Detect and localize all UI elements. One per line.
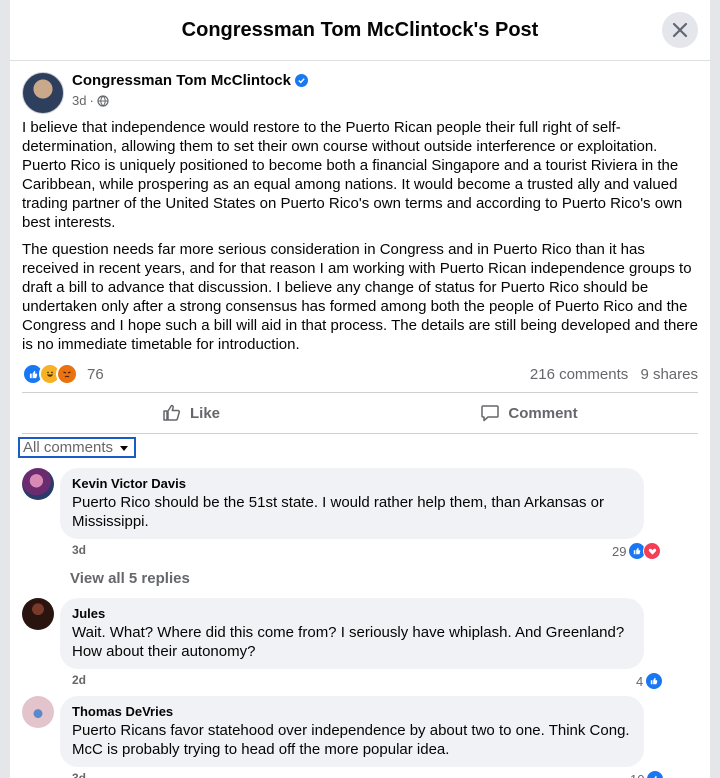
speech-bubble-icon — [481, 405, 500, 422]
commenter-avatar[interactable] — [22, 598, 54, 630]
reaction-count[interactable]: 76 — [87, 366, 104, 383]
comment-reaction-count: 29 — [612, 543, 627, 559]
comment-reactions[interactable]: 10 — [630, 770, 665, 778]
comment-item: Kevin Victor Davis Puerto Rico should be… — [22, 468, 644, 539]
comment-time[interactable]: 3d — [72, 771, 86, 778]
post-body: I believe that independence would restor… — [22, 118, 702, 362]
author-name[interactable]: Congressman Tom McClintock — [72, 72, 291, 89]
post-paragraph-2: The question needs far more serious cons… — [22, 241, 698, 353]
comment-label: Comment — [508, 404, 578, 422]
like-label: Like — [189, 404, 220, 422]
comment-bubble: Kevin Victor Davis Puerto Rico should be… — [60, 468, 644, 539]
author-avatar[interactable] — [22, 72, 64, 114]
engagement-counts: 216 comments 9 shares — [530, 366, 698, 383]
commenter-avatar[interactable] — [22, 696, 54, 728]
like-button[interactable]: Like — [22, 393, 360, 433]
comments-count[interactable]: 216 comments — [530, 366, 628, 383]
meta-separator: · — [89, 93, 94, 108]
post-dialog: Congressman Tom McClintock's Post Congre… — [10, 0, 710, 778]
like-reaction-icon — [645, 672, 664, 690]
comment-time[interactable]: 2d — [72, 673, 86, 687]
commenter-name[interactable]: Thomas DeVries — [72, 704, 632, 719]
caret-down-icon — [120, 445, 129, 451]
sort-label: All comments — [23, 439, 114, 456]
dialog-header: Congressman Tom McClintock's Post — [10, 0, 710, 61]
post-paragraph-1: I believe that independence would restor… — [22, 119, 683, 231]
comment-bubble: Thomas DeVries Puerto Ricans favor state… — [60, 696, 644, 767]
comment-sort-dropdown[interactable]: All comments — [18, 437, 137, 458]
comment-text: Wait. What? Where did this come from? I … — [72, 624, 625, 660]
commenter-avatar[interactable] — [22, 468, 54, 500]
love-reaction-icon — [643, 542, 662, 560]
thumbs-up-icon — [163, 404, 181, 421]
comment-text: Puerto Rico should be the 51st state. I … — [72, 494, 604, 530]
comment-reactions[interactable]: 4 — [636, 672, 664, 690]
comment-time[interactable]: 3d — [72, 543, 86, 557]
globe-icon — [97, 94, 109, 107]
comment-reaction-count: 10 — [630, 772, 644, 778]
comment-button[interactable]: Comment — [360, 393, 698, 433]
verified-badge-icon — [294, 74, 308, 87]
comment-item: Jules Wait. What? Where did this come fr… — [22, 598, 644, 669]
shares-count[interactable]: 9 shares — [640, 366, 698, 383]
post-time[interactable]: 3d — [72, 93, 86, 108]
comment-text: Puerto Ricans favor statehood over indep… — [72, 722, 630, 758]
comment-bubble: Jules Wait. What? Where did this come fr… — [60, 598, 644, 669]
close-button[interactable] — [662, 12, 698, 48]
post-header: Congressman Tom McClintock 3d · — [22, 72, 308, 114]
comment-item: Thomas DeVries Puerto Ricans favor state… — [22, 696, 644, 767]
like-reaction-icon — [646, 770, 665, 778]
commenter-name[interactable]: Kevin Victor Davis — [72, 476, 632, 491]
close-icon — [672, 22, 688, 38]
comment-reaction-count: 4 — [636, 673, 644, 689]
reaction-summary[interactable] — [22, 363, 78, 385]
comment-reactions[interactable]: 29 — [612, 542, 662, 560]
view-replies-link[interactable]: View all 5 replies — [70, 570, 190, 587]
commenter-name[interactable]: Jules — [72, 606, 632, 621]
post-actions: Like Comment — [22, 392, 698, 434]
dialog-title: Congressman Tom McClintock's Post — [181, 18, 539, 41]
angry-reaction-icon — [56, 363, 78, 385]
reaction-bar: 76 216 comments 9 shares — [22, 362, 698, 386]
